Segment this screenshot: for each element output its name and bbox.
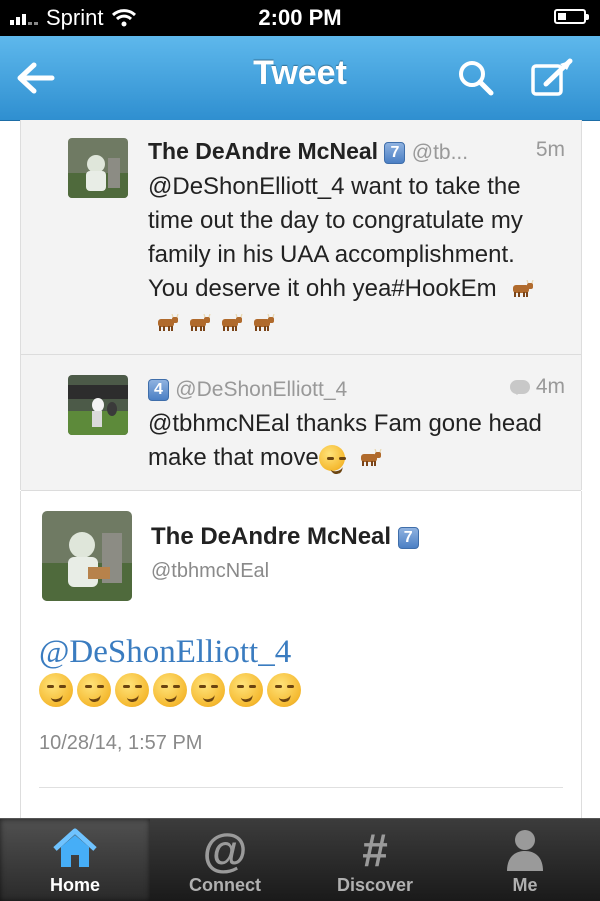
count-badge: 7 [397, 527, 419, 549]
status-bar: Sprint 2:00 PM [0, 0, 600, 36]
smirk-emoji-group [39, 673, 301, 707]
smirk-emoji [153, 673, 187, 707]
tweet-header: The DeAndre McNeal 7 @tb... 5m [148, 138, 565, 165]
relative-time-value: 4m [535, 375, 565, 398]
cow-emoji [158, 314, 179, 331]
search-icon[interactable] [454, 56, 498, 100]
main-tweet: The DeAndre McNeal 7 @tbhmcNEal @DeShonE… [20, 491, 582, 818]
author-handle[interactable]: @DeShonElliott_4 [175, 378, 347, 401]
smirk-emoji [39, 673, 73, 707]
cow-emoji [361, 449, 382, 466]
conversation-thread: The DeAndre McNeal 7 @tb... 5m @DeShonEl… [20, 120, 582, 491]
tweet-timestamp: 10/28/14, 1:57 PM [39, 732, 203, 754]
battery-icon [554, 9, 589, 24]
cow-emoji [190, 314, 211, 331]
tweet-text-content: @tbhmcNEal thanks Fam gone head make tha… [148, 410, 542, 471]
author-name-text: The DeAndre McNeal [151, 523, 392, 550]
author-name[interactable]: The DeAndre McNeal 7 [151, 523, 419, 551]
count-badge: 4 [148, 379, 169, 401]
tab-bar: Home @ Connect # Discover Me [0, 818, 600, 901]
at-sign-icon: @ [202, 824, 248, 876]
cow-emoji [222, 314, 243, 331]
smirk-emoji [77, 673, 111, 707]
mention-link[interactable]: @DeShonElliott_4 [39, 634, 291, 671]
tab-label: Discover [336, 875, 414, 895]
tab-discover[interactable]: # Discover [300, 819, 450, 901]
cow-emoji [513, 280, 534, 297]
cow-emoji-group [351, 444, 383, 471]
avatar[interactable] [68, 138, 128, 198]
count-badge: 7 [384, 142, 406, 164]
author-name[interactable]: The DeAndre McNeal [148, 138, 378, 164]
smirk-emoji [318, 445, 345, 471]
smirk-emoji [229, 673, 263, 707]
tweet-header: 4 @DeShonElliott_4 4m [148, 375, 565, 402]
author-handle: @tb... [411, 141, 469, 164]
relative-time: 5m [535, 138, 565, 161]
tab-home[interactable]: Home [0, 819, 150, 901]
conversation-tweet[interactable]: The DeAndre McNeal 7 @tb... 5m @DeShonEl… [21, 120, 581, 355]
hashtag-icon: # [362, 824, 388, 876]
smirk-emoji-group [318, 445, 345, 471]
compose-icon[interactable] [530, 56, 574, 100]
tab-label: Home [49, 875, 100, 895]
cow-emoji [254, 314, 275, 331]
reply-icon [509, 380, 530, 395]
tweet-text-content: @DeShonElliott_4 want to take the time o… [148, 173, 523, 302]
tweet-text: @tbhmcNEal thanks Fam gone head make tha… [148, 407, 561, 475]
smirk-emoji [267, 673, 301, 707]
tab-connect[interactable]: @ Connect [150, 819, 300, 901]
home-icon [51, 827, 99, 876]
avatar[interactable] [68, 375, 128, 435]
tweet-text: @DeShonElliott_4 want to take the time o… [148, 170, 561, 340]
page-title: Tweet [253, 54, 347, 92]
tab-label: Connect [189, 875, 261, 895]
profile-icon [503, 827, 547, 876]
avatar[interactable] [42, 511, 132, 601]
tab-label: Me [512, 875, 538, 895]
navigation-bar: Tweet [0, 36, 600, 121]
clock: 2:00 PM [258, 5, 342, 30]
smirk-emoji [115, 673, 149, 707]
smirk-emoji [191, 673, 225, 707]
conversation-tweet[interactable]: 4 @DeShonElliott_4 4m @tbhmcNEal thanks … [21, 355, 581, 491]
tab-me[interactable]: Me [450, 819, 600, 901]
divider [39, 787, 563, 788]
author-handle[interactable]: @tbhmcNEal [151, 560, 269, 583]
relative-time: 4m [509, 375, 565, 399]
